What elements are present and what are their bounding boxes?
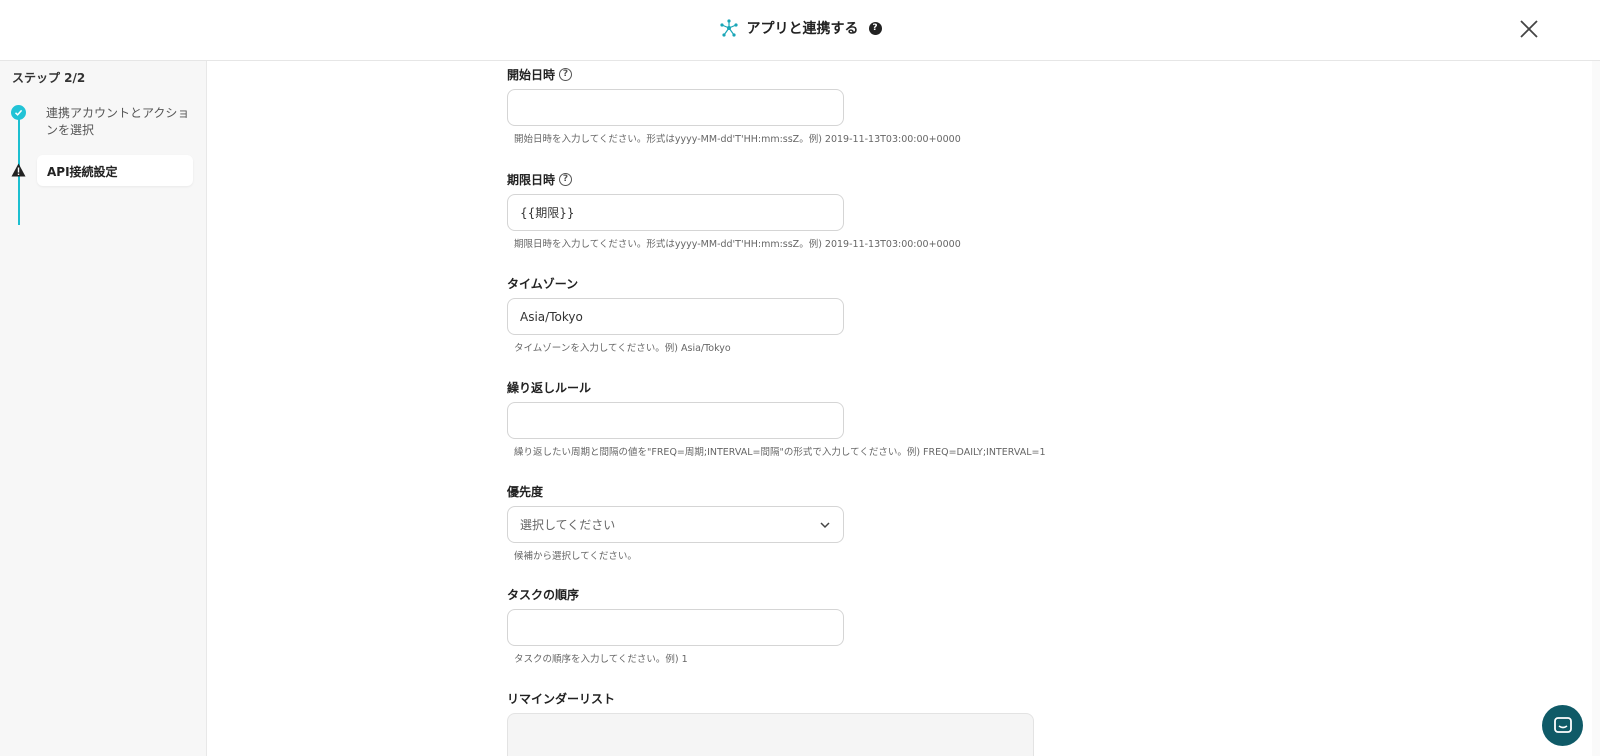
step-item-api-settings[interactable]: API接続設定: [37, 155, 193, 186]
start-datetime-input[interactable]: [507, 89, 844, 126]
start-datetime-hint: 開始日時を入力してください。形式はyyyy-MM-dd'T'HH:mm:ssZ。…: [514, 134, 961, 145]
recurrence-hint: 繰り返したい周期と間隔の値を"FREQ=周期;INTERVAL=間隔"の形式で入…: [514, 447, 1046, 458]
timezone-hint: タイムゾーンを入力してください。例) Asia/Tokyo: [514, 343, 731, 354]
field-due-datetime: 期限日時 ? {{期限}} 期限日時を入力してください。形式はyyyy-MM-d…: [507, 171, 961, 250]
step-counter: ステップ 2/2: [12, 71, 86, 85]
task-order-hint: タスクの順序を入力してください。例) 1: [514, 654, 688, 665]
question-icon[interactable]: ?: [559, 172, 573, 186]
field-start-datetime: 開始日時 ? 開始日時を入力してください。形式はyyyy-MM-dd'T'HH:…: [507, 66, 961, 145]
recurrence-input[interactable]: [507, 402, 844, 439]
field-priority: 優先度 選択してください 候補から選択してください。: [507, 483, 844, 562]
help-icon[interactable]: ?: [868, 21, 882, 35]
priority-select[interactable]: 選択してください: [507, 506, 844, 543]
chevron-down-icon: [820, 521, 830, 528]
recurrence-label: 繰り返しルール: [507, 380, 592, 395]
chat-icon: [1553, 716, 1572, 733]
priority-label: 優先度: [507, 484, 544, 499]
task-order-input[interactable]: [507, 609, 844, 646]
modal-title: アプリと連携する ?: [0, 18, 1600, 38]
step-sidebar: ステップ 2/2 連携アカウントとアクションを選択 API接続設定: [0, 61, 207, 756]
field-recurrence: 繰り返しルール 繰り返したい周期と間隔の値を"FREQ=周期;INTERVAL=…: [507, 379, 1046, 458]
timezone-input[interactable]: Asia/Tokyo: [507, 298, 844, 335]
form-area: 開始日時 ? 開始日時を入力してください。形式はyyyy-MM-dd'T'HH:…: [207, 61, 1600, 756]
scrollbar[interactable]: [1592, 61, 1600, 756]
reminder-list-label: リマインダーリスト: [507, 691, 616, 706]
chat-button[interactable]: [1542, 705, 1583, 746]
reminder-list-input[interactable]: [507, 713, 1034, 756]
modal-header: アプリと連携する ?: [0, 0, 1600, 61]
integration-icon: [719, 19, 738, 37]
warning-icon: [11, 163, 26, 177]
start-datetime-label: 開始日時: [507, 67, 556, 82]
step-item-account-action[interactable]: 連携アカウントとアクションを選択: [46, 105, 191, 139]
timezone-label: タイムゾーン: [507, 276, 579, 291]
priority-hint: 候補から選択してください。: [514, 551, 637, 562]
due-datetime-input[interactable]: {{期限}}: [507, 194, 844, 231]
check-icon: [11, 105, 26, 120]
field-timezone: タイムゾーン Asia/Tokyo タイムゾーンを入力してください。例) Asi…: [507, 275, 844, 354]
task-order-label: タスクの順序: [507, 587, 580, 602]
close-icon[interactable]: [1518, 18, 1540, 40]
field-reminder-list: リマインダーリスト: [507, 690, 1034, 756]
due-datetime-label: 期限日時: [507, 172, 556, 187]
due-datetime-hint: 期限日時を入力してください。形式はyyyy-MM-dd'T'HH:mm:ssZ。…: [514, 239, 961, 250]
question-icon[interactable]: ?: [559, 67, 573, 81]
priority-selected-value: 選択してください: [520, 518, 616, 532]
field-task-order: タスクの順序 タスクの順序を入力してください。例) 1: [507, 586, 844, 665]
modal-title-text: アプリと連携する: [746, 21, 859, 37]
